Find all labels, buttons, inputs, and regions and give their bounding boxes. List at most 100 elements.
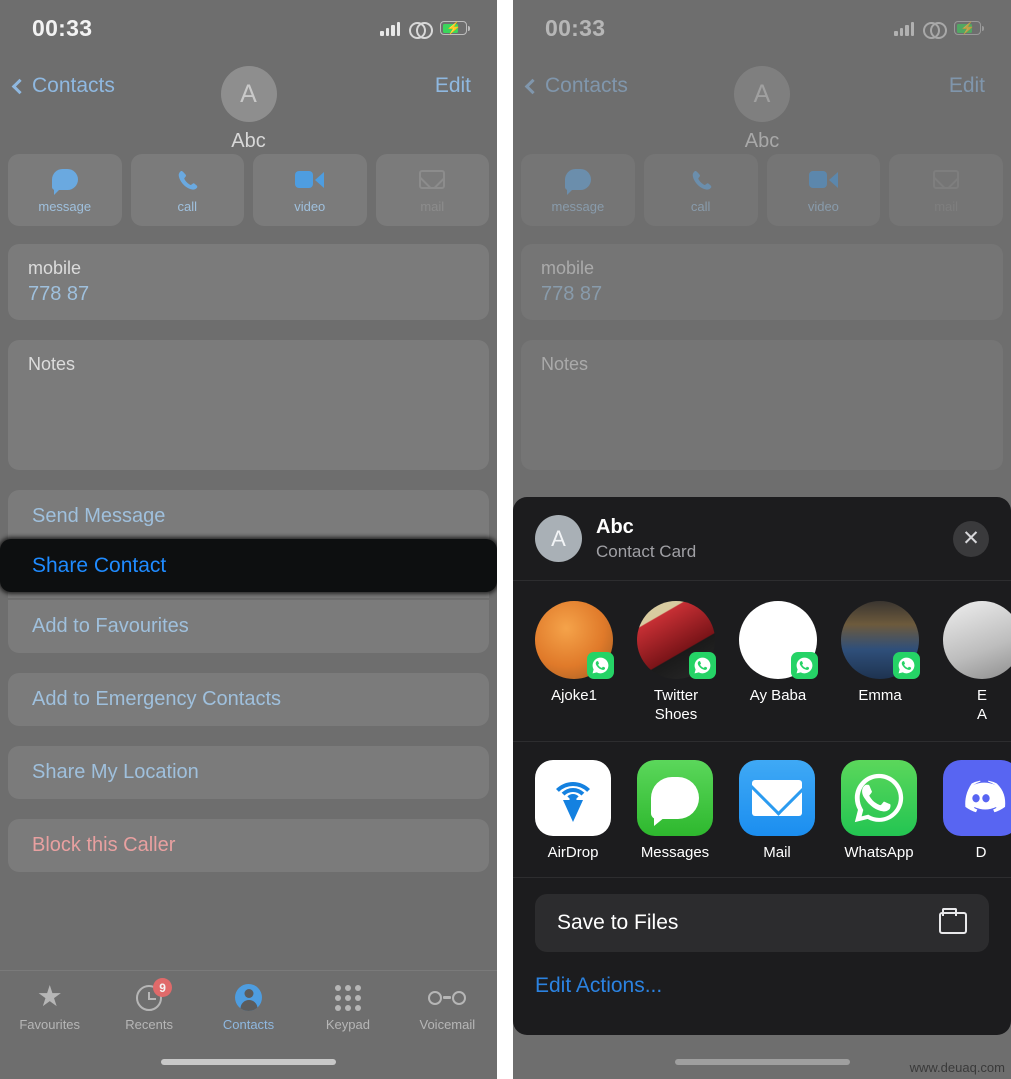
share-suggestion-item[interactable]: E A [943, 601, 1011, 725]
battery-charging-icon: ⚡ [954, 21, 984, 35]
share-suggestion-name: E A [976, 687, 987, 723]
share-app-whatsapp-label: WhatsApp [844, 843, 914, 861]
panel-divider [497, 0, 513, 1079]
notes-card[interactable]: Notes [8, 340, 489, 470]
share-suggestions-row[interactable]: Ajoke1 Twitter Shoes Ay Baba Emma E A [513, 581, 1011, 742]
quick-action-call-label-right: call [690, 198, 711, 214]
video-camera-icon [808, 167, 838, 193]
share-suggestion-item[interactable]: Twitter Shoes [637, 601, 716, 725]
action-add-to-favourites-label: Add to Favourites [32, 615, 189, 637]
home-indicator[interactable] [161, 1058, 336, 1065]
contact-name: Abc [231, 130, 266, 152]
phone-handset-icon [689, 167, 713, 193]
avatar [943, 601, 1011, 679]
status-icon-group-right: ⚡ [894, 21, 984, 39]
share-suggestion-item[interactable]: Ay Baba [739, 601, 818, 725]
folder-icon [939, 907, 967, 934]
phone-number-card[interactable]: mobile 778 87 [8, 244, 489, 320]
message-bubble-icon [51, 167, 78, 195]
tab-recents[interactable]: 9 Recents [99, 978, 198, 1032]
link-chain-icon [923, 21, 947, 39]
notes-label: Notes [28, 354, 76, 374]
phone-label: mobile [28, 258, 82, 278]
whatsapp-icon [791, 652, 818, 679]
highlighted-share-contact-row[interactable]: Share Contact [0, 539, 497, 592]
save-to-files-row[interactable]: Save to Files [535, 893, 989, 952]
phone-panel-right: 00:33 ⚡ Contacts A Abc Edit message call… [513, 0, 1011, 1079]
share-app-airdrop-label: AirDrop [547, 843, 599, 861]
recents-badge: 9 [153, 978, 173, 997]
close-x-icon[interactable]: ✕ [953, 520, 989, 557]
tab-contacts-label: Contacts [222, 1017, 275, 1032]
status-bar: 00:33 ⚡ [0, 0, 497, 56]
edit-button-right: Edit [948, 74, 985, 97]
share-suggestion-name: Twitter Shoes [653, 687, 699, 723]
quick-action-mail-label: mail [420, 198, 445, 214]
quick-action-video-label-right: video [807, 198, 839, 214]
discord-icon [943, 759, 1011, 836]
edit-actions-button[interactable]: Edit Actions... [513, 952, 1011, 998]
home-indicator-right[interactable] [674, 1058, 850, 1065]
edit-button[interactable]: Edit [435, 74, 471, 98]
share-app-messages-label: Messages [640, 843, 710, 861]
tab-favourites-label: Favourites [19, 1017, 81, 1032]
mail-envelope-icon [419, 167, 446, 193]
tab-contacts[interactable]: Contacts [199, 983, 298, 1032]
share-sheet-header: A Abc Contact Card ✕ [513, 497, 1011, 581]
share-app-messages[interactable]: Messages [637, 759, 713, 861]
quick-action-message[interactable]: message [8, 154, 122, 226]
action-add-to-favourites[interactable]: Add to Favourites [8, 600, 489, 653]
action-share-my-location[interactable]: Share My Location [8, 746, 489, 799]
quick-action-call[interactable]: call [130, 154, 244, 226]
quick-action-message-label: message [38, 198, 92, 214]
quick-actions-row: message call video mail [8, 154, 489, 226]
status-time-right: 00:33 [545, 14, 606, 41]
mail-envelope-icon [933, 167, 960, 193]
tab-voicemail[interactable]: Voicemail [398, 983, 497, 1032]
share-sheet: A Abc Contact Card ✕ Ajoke1 Twitter Shoe… [513, 497, 1011, 1035]
whatsapp-icon [841, 759, 917, 836]
notes-label-right: Notes [541, 354, 589, 374]
share-app-mail[interactable]: Mail [739, 759, 815, 861]
share-app-whatsapp[interactable]: WhatsApp [841, 759, 917, 861]
share-app-discord[interactable]: D [943, 759, 1011, 861]
action-share-my-location-label: Share My Location [32, 761, 199, 783]
contact-header-right: A Abc [513, 66, 1011, 153]
star-icon: ★ [36, 981, 63, 1013]
share-apps-row[interactable]: AirDrop Messages Mail WhatsApp D [513, 742, 1011, 878]
quick-action-video-label: video [294, 198, 326, 214]
phone-handset-icon [175, 167, 199, 193]
tab-favourites[interactable]: ★ Favourites [0, 981, 99, 1033]
keypad-dots-icon [334, 983, 361, 1012]
quick-action-video[interactable]: video [253, 154, 367, 226]
share-suggestion-name: Ay Baba [749, 687, 807, 704]
action-send-message[interactable]: Send Message [8, 490, 489, 543]
share-suggestion-item[interactable]: Emma [841, 601, 920, 725]
quick-action-message-right: message [521, 154, 635, 226]
share-suggestion-name: Emma [858, 687, 902, 704]
share-suggestion-item[interactable]: Ajoke1 [535, 601, 614, 725]
navigation-bar: Contacts A Abc Edit [0, 56, 497, 152]
action-add-to-emergency-contacts[interactable]: Add to Emergency Contacts [8, 673, 489, 726]
quick-action-mail: mail [375, 154, 489, 226]
share-sheet-title-block: Abc Contact Card [596, 516, 939, 562]
phone-number-card-right: mobile 778 87 [521, 244, 1003, 320]
cellular-signal-icon [894, 21, 914, 36]
phone-value-right: 778 87 [541, 283, 603, 305]
watermark: www.deuaq.com [909, 1060, 1005, 1075]
contact-name-right: Abc [744, 130, 780, 152]
action-block-this-caller[interactable]: Block this Caller [8, 819, 489, 872]
person-circle-icon [235, 983, 263, 1012]
share-sheet-subtitle: Contact Card [596, 541, 697, 561]
highlighted-share-contact-label: Share Contact [32, 553, 167, 577]
tab-keypad-label: Keypad [325, 1017, 370, 1032]
video-camera-icon [295, 167, 325, 193]
tab-voicemail-label: Voicemail [419, 1017, 476, 1032]
phone-panel-left: 00:33 ⚡ Contacts A Abc Edit message call… [0, 0, 497, 1079]
clock-icon: 9 [136, 978, 173, 1012]
share-app-airdrop[interactable]: AirDrop [535, 759, 611, 861]
voicemail-icon [428, 983, 467, 1012]
share-app-discord-label: D [975, 843, 987, 861]
quick-action-message-label-right: message [551, 198, 605, 214]
tab-keypad[interactable]: Keypad [298, 983, 397, 1032]
